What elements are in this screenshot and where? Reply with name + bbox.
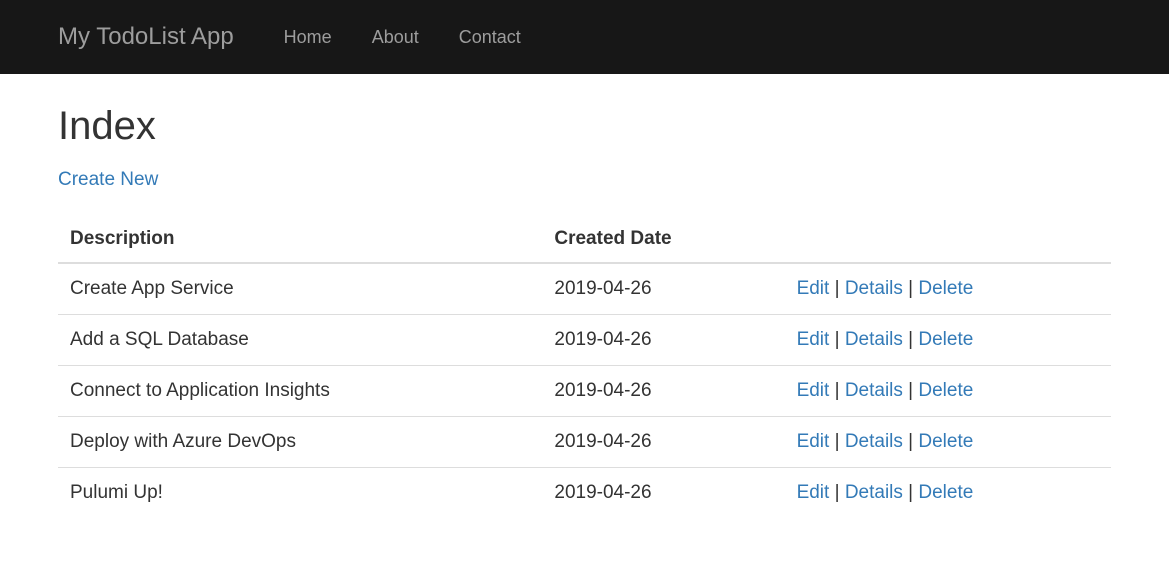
- table-row: Deploy with Azure DevOps2019-04-26Edit |…: [58, 417, 1111, 468]
- action-separator: |: [903, 482, 919, 503]
- cell-description: Pulumi Up!: [58, 468, 542, 519]
- action-separator: |: [829, 482, 845, 503]
- action-separator: |: [829, 278, 845, 299]
- action-separator: |: [903, 431, 919, 452]
- cell-description: Deploy with Azure DevOps: [58, 417, 542, 468]
- table-header-row: Description Created Date: [58, 216, 1111, 263]
- nav-link-home[interactable]: Home: [284, 27, 332, 47]
- details-link[interactable]: Details: [845, 482, 903, 503]
- cell-description: Connect to Application Insights: [58, 366, 542, 417]
- action-separator: |: [903, 380, 919, 401]
- todo-table: Description Created Date Create App Serv…: [58, 216, 1111, 518]
- nav-link-contact[interactable]: Contact: [459, 27, 521, 47]
- table-row: Pulumi Up!2019-04-26Edit | Details | Del…: [58, 468, 1111, 519]
- table-row: Create App Service2019-04-26Edit | Detai…: [58, 263, 1111, 315]
- delete-link[interactable]: Delete: [918, 431, 973, 452]
- cell-created-date: 2019-04-26: [542, 366, 784, 417]
- action-separator: |: [829, 431, 845, 452]
- cell-actions: Edit | Details | Delete: [785, 417, 1111, 468]
- delete-link[interactable]: Delete: [918, 482, 973, 503]
- cell-actions: Edit | Details | Delete: [785, 315, 1111, 366]
- cell-description: Create App Service: [58, 263, 542, 315]
- edit-link[interactable]: Edit: [797, 482, 830, 503]
- cell-actions: Edit | Details | Delete: [785, 468, 1111, 519]
- main-container: Index Create New Description Created Dat…: [0, 104, 1169, 518]
- delete-link[interactable]: Delete: [918, 278, 973, 299]
- header-actions: [785, 216, 1111, 263]
- delete-link[interactable]: Delete: [918, 329, 973, 350]
- cell-created-date: 2019-04-26: [542, 315, 784, 366]
- navbar-brand[interactable]: My TodoList App: [58, 23, 234, 51]
- edit-link[interactable]: Edit: [797, 329, 830, 350]
- cell-actions: Edit | Details | Delete: [785, 366, 1111, 417]
- delete-link[interactable]: Delete: [918, 380, 973, 401]
- details-link[interactable]: Details: [845, 431, 903, 452]
- table-row: Add a SQL Database2019-04-26Edit | Detai…: [58, 315, 1111, 366]
- header-created-date: Created Date: [542, 216, 784, 263]
- details-link[interactable]: Details: [845, 380, 903, 401]
- cell-created-date: 2019-04-26: [542, 417, 784, 468]
- action-separator: |: [829, 380, 845, 401]
- edit-link[interactable]: Edit: [797, 431, 830, 452]
- cell-created-date: 2019-04-26: [542, 468, 784, 519]
- table-row: Connect to Application Insights2019-04-2…: [58, 366, 1111, 417]
- action-separator: |: [903, 329, 919, 350]
- cell-actions: Edit | Details | Delete: [785, 263, 1111, 315]
- edit-link[interactable]: Edit: [797, 278, 830, 299]
- nav-links: Home About Contact: [264, 27, 541, 48]
- header-description: Description: [58, 216, 542, 263]
- details-link[interactable]: Details: [845, 278, 903, 299]
- cell-created-date: 2019-04-26: [542, 263, 784, 315]
- page-title: Index: [58, 104, 1111, 149]
- edit-link[interactable]: Edit: [797, 380, 830, 401]
- details-link[interactable]: Details: [845, 329, 903, 350]
- action-separator: |: [903, 278, 919, 299]
- navbar: My TodoList App Home About Contact: [0, 0, 1169, 74]
- create-new-link[interactable]: Create New: [58, 169, 158, 191]
- action-separator: |: [829, 329, 845, 350]
- cell-description: Add a SQL Database: [58, 315, 542, 366]
- nav-link-about[interactable]: About: [372, 27, 419, 47]
